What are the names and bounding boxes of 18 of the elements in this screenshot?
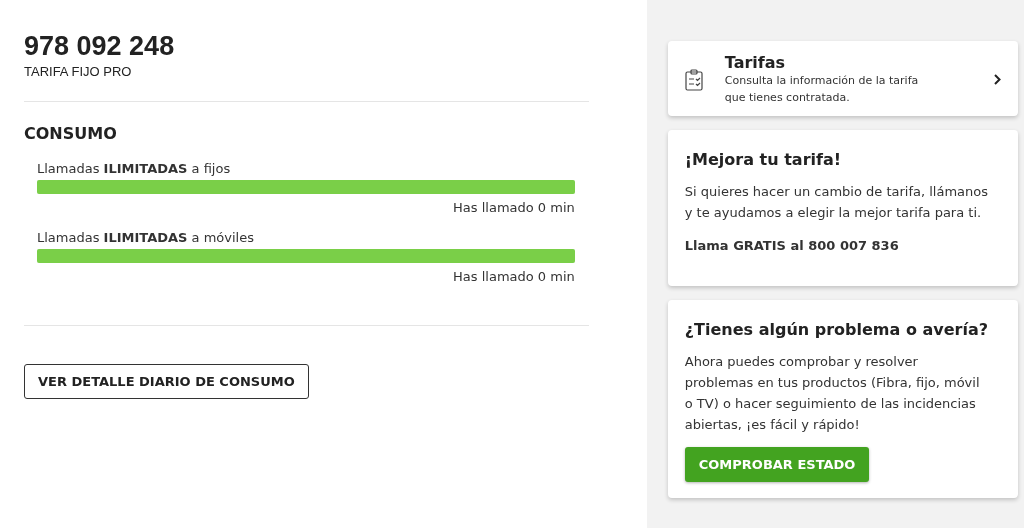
consumption-detail-button[interactable]: VER DETALLE DIARIO DE CONSUMO <box>24 364 309 399</box>
card-text: Ahora puedes comprobar y resolver problemas en tus productos (Fibra, fijo, móvil o TV) o hacer seguimiento de las incidencias abiertas, ¡es fácil y rápido! <box>684 353 981 434</box>
card-title: ¿Tienes algún problema o avería? <box>684 320 988 339</box>
plan-name: TARIFA FIJO PRO <box>24 64 132 79</box>
card-text: Si quieres hacer un cambio de tarifa, llámanos y te ayudamos a elegir la mejor tarifa para ti. <box>684 183 988 222</box>
usage-label: Llamadas ILIMITADAS a fijos <box>37 161 231 177</box>
card-title: Tarifas <box>724 53 786 72</box>
usage-label: Llamadas ILIMITADAS a móviles <box>37 230 254 246</box>
section-title: CONSUMO <box>24 124 117 143</box>
chevron-right-icon <box>994 74 1001 85</box>
phone-note: Llama GRATIS al 800 007 836 <box>684 237 900 255</box>
card-title: ¡Mejora tu tarifa! <box>684 150 842 169</box>
usage-reading: Has llamado 0 min <box>453 200 575 216</box>
usage-reading: Has llamado 0 min <box>453 269 575 285</box>
card-description: Consulta la información de la tarifa que tienes contratada. <box>724 73 920 106</box>
clipboard-icon <box>684 68 703 91</box>
tariffs-card[interactable]: Tarifas Consulta la información de la tarifa que tienes contratada. <box>667 41 1018 116</box>
phone-number: 978 092 248 <box>24 30 175 62</box>
